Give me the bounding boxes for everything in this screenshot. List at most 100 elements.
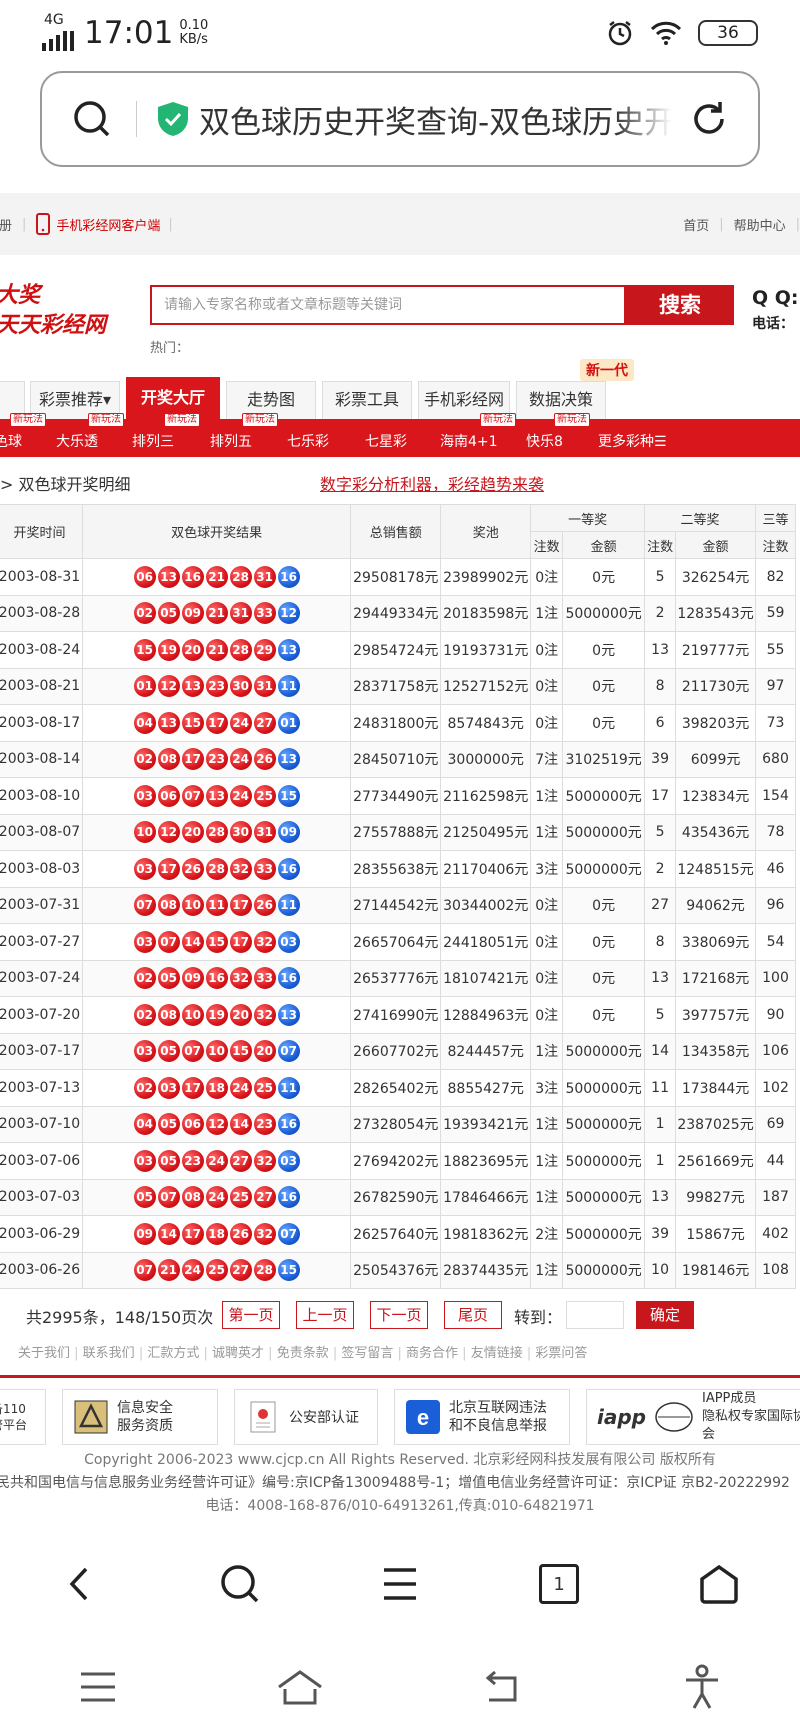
back-icon[interactable] bbox=[481, 1668, 525, 1706]
menu-icon[interactable] bbox=[380, 1566, 420, 1602]
home-icon[interactable] bbox=[698, 1563, 740, 1605]
red-ball: 23 bbox=[181, 1149, 204, 1172]
recent-apps-icon[interactable] bbox=[78, 1670, 118, 1704]
red-ball: 02 bbox=[133, 1003, 156, 1026]
red-ball: 31 bbox=[253, 565, 276, 588]
footer-link[interactable]: 商务合作 bbox=[406, 1346, 458, 1361]
red-ball: 10 bbox=[205, 1040, 228, 1063]
home-icon[interactable] bbox=[275, 1667, 325, 1707]
page-title[interactable]: 双色球历史开奖查询-双色球历史开奖结果 bbox=[199, 97, 672, 142]
cell-second-amount: 15867元 bbox=[675, 1215, 757, 1253]
cell-second-amount: 219777元 bbox=[675, 631, 757, 669]
subnav-dlt[interactable]: 大乐透 bbox=[56, 431, 98, 451]
cell-sales: 27328054元 bbox=[350, 1105, 442, 1143]
search-input[interactable]: 请输入专家名称或者文章标题等关键词 bbox=[150, 285, 626, 325]
register-link[interactable]: 注册 bbox=[0, 215, 12, 234]
red-ball: 05 bbox=[157, 1113, 180, 1136]
last-page-button[interactable]: 尾页 bbox=[444, 1301, 502, 1329]
cell-sales: 27416990元 bbox=[350, 996, 442, 1034]
next-page-button[interactable]: 下一页 bbox=[370, 1301, 428, 1329]
reload-icon[interactable] bbox=[690, 100, 728, 138]
footer-link[interactable]: 彩票问答 bbox=[535, 1346, 587, 1361]
promo-link[interactable]: 数字彩分析利器，彩经趋势来袭 bbox=[320, 471, 544, 495]
cell-first-amount: 0元 bbox=[562, 959, 646, 997]
red-ball: 15 bbox=[205, 930, 228, 953]
subnav-kl8[interactable]: 快乐8 bbox=[526, 431, 563, 451]
footer-link[interactable]: 诚聘英才 bbox=[212, 1346, 264, 1361]
red-ball: 10 bbox=[133, 821, 156, 844]
footer-link[interactable]: 友情链接 bbox=[471, 1346, 523, 1361]
footer-divider bbox=[0, 1375, 800, 1378]
red-ball: 12 bbox=[157, 821, 180, 844]
footer-link[interactable]: 汇款方式 bbox=[147, 1346, 199, 1361]
cell-first-count: 1注 bbox=[530, 1105, 564, 1143]
blue-ball: 16 bbox=[277, 857, 300, 880]
badge-police-cert[interactable]: 公安部认证 bbox=[234, 1389, 378, 1445]
red-ball: 09 bbox=[181, 602, 204, 625]
mobile-client-link[interactable]: 手机彩经网客户端 bbox=[56, 215, 160, 234]
red-ball: 32 bbox=[253, 1149, 276, 1172]
footer-link[interactable]: 签写留言 bbox=[341, 1346, 393, 1361]
red-ball: 07 bbox=[133, 894, 156, 917]
red-ball: 30 bbox=[229, 675, 252, 698]
footer-link[interactable]: 免责条款 bbox=[277, 1346, 329, 1361]
cell-second-amount: 6099元 bbox=[675, 740, 757, 778]
search-icon[interactable] bbox=[72, 99, 112, 139]
red-ball: 26 bbox=[229, 1222, 252, 1245]
badge-beijing-report[interactable]: e 北京互联网违法 和不良信息举报 bbox=[394, 1389, 570, 1445]
red-ball: 17 bbox=[157, 857, 180, 880]
cell-pool: 8574843元 bbox=[440, 704, 532, 742]
subnav-ssq[interactable]: 色球 bbox=[0, 431, 22, 451]
tab-tools[interactable]: 彩票工具 bbox=[322, 381, 412, 419]
col-sales: 总销售额 bbox=[350, 504, 442, 559]
red-ball: 17 bbox=[229, 930, 252, 953]
page-number-input[interactable] bbox=[566, 1301, 624, 1329]
table-row: 2003-08-03 03 17 26 28 32 33 16 28355638元 2117040… bbox=[0, 850, 796, 888]
help-center-link[interactable]: 帮助中心 bbox=[734, 215, 786, 234]
footer-links: 关于我们 | 联系我们 | 汇款方式 | 诚聘英才 | 免责条款 | 签写留言 … bbox=[18, 1346, 588, 1361]
tabs-icon[interactable]: 1 bbox=[539, 1564, 580, 1604]
hot-keywords-label: 热门： bbox=[150, 341, 190, 356]
back-icon[interactable] bbox=[60, 1564, 100, 1604]
subnav-pl3[interactable]: 排列三 bbox=[132, 431, 174, 451]
search-icon[interactable] bbox=[219, 1563, 261, 1605]
subnav-hainan[interactable]: 海南4+1 bbox=[440, 431, 498, 451]
site-logo[interactable]: 大奖 天天彩经网 bbox=[0, 281, 106, 341]
subnav-more[interactable]: 更多彩种☰ bbox=[598, 431, 667, 451]
red-ball: 26 bbox=[253, 748, 276, 771]
footer-link[interactable]: 联系我们 bbox=[83, 1346, 135, 1361]
cell-sales: 28355638元 bbox=[350, 850, 442, 888]
red-ball: 08 bbox=[157, 894, 180, 917]
copyright: Copyright 2006-2023 www.cjcp.cn All Righ… bbox=[84, 1452, 716, 1468]
subnav-qlc[interactable]: 七乐彩 bbox=[287, 431, 329, 451]
accessibility-icon[interactable] bbox=[682, 1664, 722, 1710]
cell-pool: 19818362元 bbox=[440, 1215, 532, 1253]
cell-result: 04 05 06 12 14 23 16 bbox=[81, 1105, 352, 1143]
subnav-pl5[interactable]: 排列五 bbox=[210, 431, 252, 451]
footer-link[interactable]: 关于我们 bbox=[18, 1346, 70, 1361]
new-play-badge: 新玩法 bbox=[480, 413, 516, 427]
table-row: 2003-07-03 05 07 08 24 25 27 16 26782590元 1784646… bbox=[0, 1178, 796, 1216]
blue-ball: 16 bbox=[277, 1113, 300, 1136]
home-link[interactable]: 首页 bbox=[683, 215, 709, 234]
cell-result: 03 06 07 13 24 25 15 bbox=[81, 777, 352, 815]
confirm-button[interactable]: 确定 bbox=[636, 1301, 694, 1329]
first-page-button[interactable]: 第一页 bbox=[222, 1301, 280, 1329]
red-ball: 11 bbox=[205, 894, 228, 917]
cell-result: 03 05 23 24 27 32 03 bbox=[81, 1142, 352, 1180]
cell-first-amount: 5000000元 bbox=[562, 594, 646, 632]
col-amount: 金额 bbox=[675, 531, 757, 559]
badge-info-security[interactable]: 信息安全 服务资质 bbox=[62, 1389, 218, 1445]
cell-date: 2003-08-28 bbox=[0, 594, 83, 632]
cell-date: 2003-07-06 bbox=[0, 1142, 83, 1180]
badge-police-110[interactable]: 备110 警平台 bbox=[0, 1389, 46, 1445]
cell-third-count: 154 bbox=[755, 777, 796, 815]
search-button[interactable]: 搜索 bbox=[626, 285, 734, 325]
cell-sales: 24831800元 bbox=[350, 704, 442, 742]
prev-page-button[interactable]: 上一页 bbox=[296, 1301, 354, 1329]
cell-date: 2003-08-14 bbox=[0, 740, 83, 778]
badge-iapp[interactable]: iapp IAPP成员 隐私权专家国际协会 bbox=[586, 1389, 800, 1445]
cell-first-count: 1注 bbox=[530, 1251, 564, 1289]
address-bar[interactable]: 双色球历史开奖查询-双色球历史开奖结果 bbox=[40, 71, 760, 167]
subnav-qxc[interactable]: 七星彩 bbox=[365, 431, 407, 451]
